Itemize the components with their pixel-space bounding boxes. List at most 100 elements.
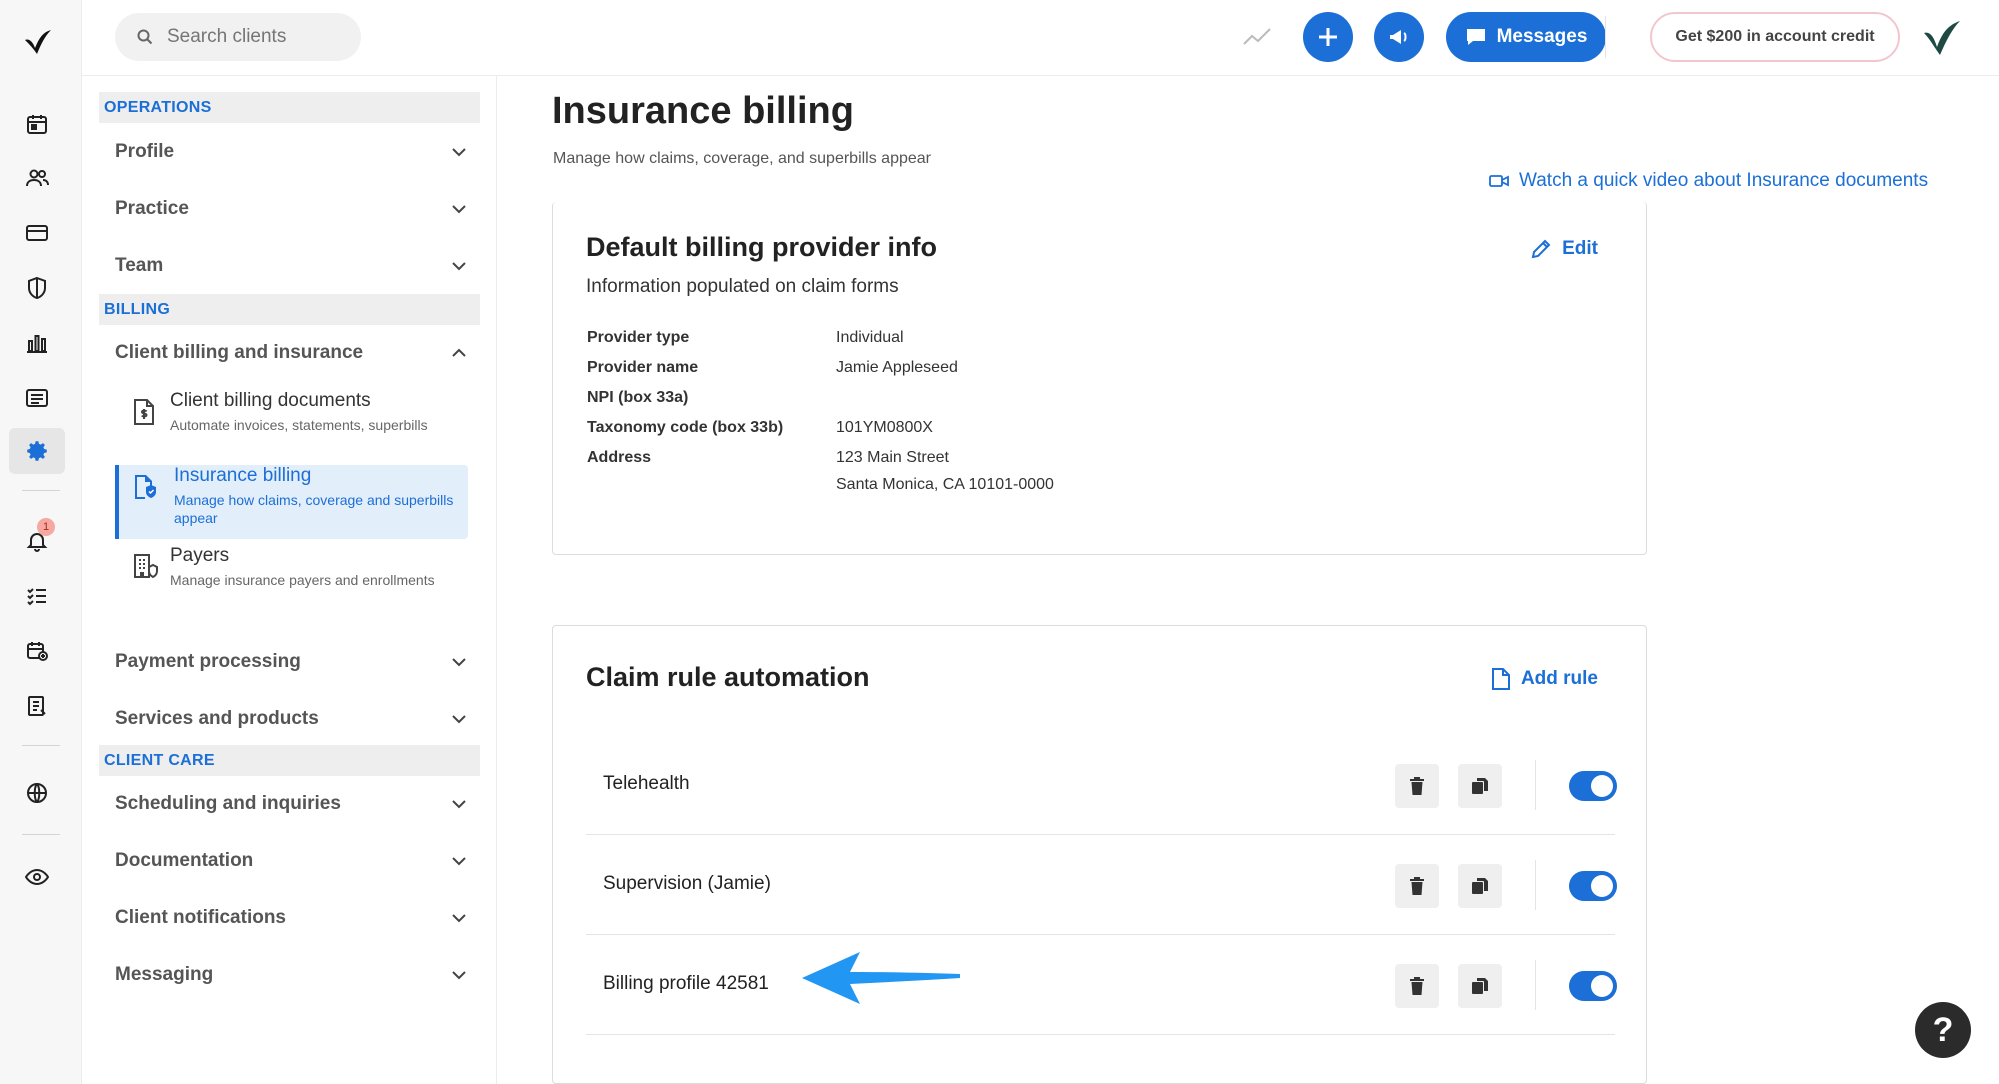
copy-icon xyxy=(1470,876,1490,896)
chevron-down-icon xyxy=(450,966,468,984)
add-rule-label: Add rule xyxy=(1520,668,1598,689)
info-row-provider-name: Provider name Jamie Appleseed xyxy=(587,359,958,377)
duplicate-rule-button[interactable] xyxy=(1458,964,1502,1008)
info-value: Individual xyxy=(836,329,904,346)
subitem-description: Manage how claims, coverage and superbil… xyxy=(174,492,454,526)
info-value: 101YM0800X xyxy=(836,419,933,436)
rule-toggle[interactable] xyxy=(1569,871,1617,901)
search-input[interactable] xyxy=(167,26,347,48)
sidebar-item-label: Profile xyxy=(115,141,175,162)
sidebar-item-label: Team xyxy=(115,255,164,276)
subitem-title: Client billing documents xyxy=(170,390,371,411)
watch-video-label: Watch a quick video about Insurance docu… xyxy=(1519,170,1929,191)
delete-rule-button[interactable] xyxy=(1395,964,1439,1008)
delete-rule-button[interactable] xyxy=(1395,764,1439,808)
sidebar-item-scheduling-and-inquiries[interactable]: Scheduling and inquiries xyxy=(115,782,468,826)
calendar-icon[interactable] xyxy=(23,110,51,138)
messages-button-label: Messages xyxy=(1496,26,1588,47)
rail-divider xyxy=(22,490,60,491)
sidebar-item-documentation[interactable]: Documentation xyxy=(115,839,468,883)
edit-button[interactable]: Edit xyxy=(1530,238,1598,260)
sidebar-item-label: Services and products xyxy=(115,708,319,729)
list-icon[interactable] xyxy=(23,384,51,412)
info-row-npi: NPI (box 33a) xyxy=(587,389,836,407)
messages-button[interactable]: Messages xyxy=(1446,12,1606,62)
sidebar-item-practice[interactable]: Practice xyxy=(115,187,468,231)
chevron-down-icon xyxy=(450,710,468,728)
sidebar-item-profile[interactable]: Profile xyxy=(115,130,468,174)
sidebar-item-team[interactable]: Team xyxy=(115,244,468,288)
edit-label: Edit xyxy=(1562,238,1598,259)
claim-rule-automation-card: Claim rule automation Add rule Telehealt… xyxy=(552,625,1647,1084)
rail-divider xyxy=(22,745,60,746)
user-avatar[interactable] xyxy=(1920,15,1964,59)
subitem-description: Manage insurance payers and enrollments xyxy=(170,572,435,588)
sidebar-subitem-payers[interactable]: Payers Manage insurance payers and enrol… xyxy=(115,545,468,619)
globe-icon[interactable] xyxy=(23,779,51,807)
document-add-icon xyxy=(1491,667,1511,691)
sidebar-item-client-notifications[interactable]: Client notifications xyxy=(115,896,468,940)
rule-toggle[interactable] xyxy=(1569,971,1617,1001)
subitem-description: Automate invoices, statements, superbill… xyxy=(170,417,428,433)
delete-rule-button[interactable] xyxy=(1395,864,1439,908)
analytics-icon[interactable] xyxy=(23,329,51,357)
billing-card-icon[interactable] xyxy=(23,219,51,247)
info-key: Taxonomy code (box 33b) xyxy=(587,419,784,436)
clients-icon[interactable] xyxy=(23,164,51,192)
duplicate-rule-button[interactable] xyxy=(1458,764,1502,808)
insurance-document-icon xyxy=(132,473,158,501)
row-divider xyxy=(1535,960,1536,1010)
rail-divider xyxy=(22,834,60,835)
billing-provider-card: Default billing provider info Informatio… xyxy=(552,202,1647,555)
watch-video-link[interactable]: Watch a quick video about Insurance docu… xyxy=(1489,170,1928,192)
sidebar-subitem-client-billing-documents[interactable]: Client billing documents Automate invoic… xyxy=(115,390,468,464)
chevron-down-icon xyxy=(450,200,468,218)
claim-rule-row: Supervision (Jamie) xyxy=(586,835,1617,935)
help-button[interactable]: ? xyxy=(1915,1002,1971,1058)
card-title: Default billing provider info xyxy=(586,232,937,262)
info-row-taxonomy: Taxonomy code (box 33b) 101YM0800X xyxy=(587,419,933,437)
add-rule-button[interactable]: Add rule xyxy=(1491,667,1598,691)
trash-icon xyxy=(1408,976,1426,996)
video-camera-icon xyxy=(1489,173,1509,189)
sidebar-item-messaging[interactable]: Messaging xyxy=(115,953,468,997)
page-subtitle: Manage how claims, coverage, and superbi… xyxy=(553,150,931,167)
settings-sidebar: OPERATIONS Profile Practice Team BILLING… xyxy=(82,76,497,1084)
insurance-shield-icon[interactable] xyxy=(23,274,51,302)
rule-toggle[interactable] xyxy=(1569,771,1617,801)
app-logo-icon[interactable] xyxy=(21,26,53,58)
section-header-operations: OPERATIONS xyxy=(99,92,480,123)
add-button[interactable] xyxy=(1303,12,1353,62)
sidebar-item-label: Practice xyxy=(115,198,189,219)
sidebar-item-label: Documentation xyxy=(115,850,254,871)
sidebar-item-client-billing-and-insurance[interactable]: Client billing and insurance xyxy=(115,331,468,375)
sidebar-item-payment-processing[interactable]: Payment processing xyxy=(115,640,468,684)
chevron-up-icon xyxy=(450,344,468,362)
duplicate-rule-button[interactable] xyxy=(1458,864,1502,908)
sidebar-subitem-insurance-billing[interactable]: Insurance billing Manage how claims, cov… xyxy=(115,465,468,539)
announcements-button[interactable] xyxy=(1374,12,1424,62)
eye-icon[interactable] xyxy=(23,863,51,891)
trend-chart-icon[interactable] xyxy=(1242,22,1272,52)
subitem-title: Insurance billing xyxy=(174,465,312,486)
settings-gear-icon[interactable] xyxy=(9,428,65,474)
chevron-down-icon xyxy=(450,257,468,275)
tasks-checklist-icon[interactable] xyxy=(23,582,51,610)
info-value: 123 Main Street Santa Monica, CA 10101-0… xyxy=(836,449,1054,494)
search-icon xyxy=(137,29,153,45)
chevron-down-icon xyxy=(450,852,468,870)
building-icon xyxy=(132,553,160,581)
search-box[interactable] xyxy=(115,13,361,61)
info-key: Provider type xyxy=(587,329,690,346)
info-key: Address xyxy=(587,449,652,466)
top-bar: Messages Get $200 in account credit xyxy=(82,0,1999,76)
calendar-add-icon[interactable] xyxy=(23,637,51,665)
claim-rule-row: Telehealth xyxy=(586,735,1617,835)
main-content: Insurance billing Manage how claims, cov… xyxy=(497,76,1999,1084)
card-description: Information populated on claim forms xyxy=(586,276,899,297)
account-credit-button[interactable]: Get $200 in account credit xyxy=(1650,12,1900,62)
notes-document-icon[interactable] xyxy=(23,692,51,720)
sidebar-item-label: Client notifications xyxy=(115,907,286,928)
dollar-document-icon xyxy=(132,398,156,426)
sidebar-item-services-and-products[interactable]: Services and products xyxy=(115,697,468,741)
